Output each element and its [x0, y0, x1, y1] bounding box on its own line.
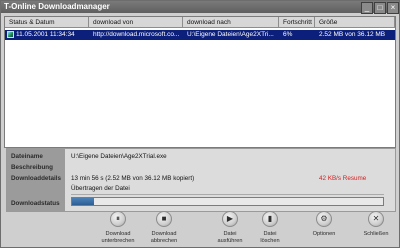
- label-download-details: Downloaddetails: [11, 175, 62, 182]
- minimize-button[interactable]: _: [361, 2, 373, 14]
- column-header-destination[interactable]: download nach: [183, 17, 279, 28]
- options-label: Optionen: [312, 231, 336, 237]
- filename-value: U:\Eigene Dateien\Age2XTrial.exe: [71, 153, 167, 160]
- download-file-icon: [7, 31, 14, 38]
- title-bar[interactable]: T-Online Downloadmanager _ □ ×: [1, 1, 399, 14]
- play-icon: ▶: [222, 211, 238, 227]
- status-text: Übertragen der Datei: [71, 185, 130, 192]
- column-header-progress[interactable]: Fortschritt: [279, 17, 315, 28]
- options-icon: ⚙: [316, 211, 332, 227]
- close-icon: ✕: [368, 211, 384, 227]
- cell-source: http://download.microsoft.co...: [93, 31, 180, 38]
- options-button[interactable]: ⚙ Optionen: [306, 209, 342, 247]
- cancel-download-button[interactable]: ■ Download abbrechen: [146, 209, 182, 247]
- pause-download-button[interactable]: ⏸ Download unterbrechen: [100, 209, 136, 247]
- column-header-source[interactable]: download von: [89, 17, 183, 28]
- close-label: Schließen: [363, 231, 389, 237]
- download-details-value: 13 min 56 s (2.52 MB von 36.12 MB kopier…: [71, 175, 195, 182]
- cell-status-date: 11.05.2001 11:34:34: [16, 31, 75, 38]
- table-row[interactable]: 11.05.2001 11:34:34 http://download.micr…: [5, 30, 395, 40]
- cell-size: 2.52 MB von 36.12 MB: [319, 31, 386, 38]
- delete-icon: ▮: [262, 211, 278, 227]
- details-panel: Dateiname Beschreibung Downloaddetails D…: [6, 148, 396, 212]
- label-download-status: Downloadstatus: [11, 200, 60, 207]
- download-progress-bar: [71, 197, 384, 206]
- label-filename: Dateiname: [11, 153, 43, 160]
- window-close-button[interactable]: ×: [387, 2, 399, 14]
- transfer-speed-resume: 42 KB/s Resume: [319, 175, 367, 182]
- cell-destination: U:\Eigene Dateien\Age2XTri...: [187, 31, 274, 38]
- stop-icon: ■: [156, 211, 172, 227]
- pause-download-label: Download unterbrechen: [101, 231, 135, 244]
- run-file-button[interactable]: ▶ Datei ausführen: [212, 209, 248, 247]
- label-description: Beschreibung: [11, 164, 53, 171]
- maximize-button[interactable]: □: [374, 2, 386, 14]
- download-list[interactable]: Status & Datum download von download nac…: [4, 16, 396, 148]
- column-header-status-date[interactable]: Status & Datum: [5, 17, 89, 28]
- close-button[interactable]: ✕ Schließen: [358, 209, 394, 247]
- download-manager-window: T-Online Downloadmanager _ □ × Status & …: [0, 0, 400, 248]
- pause-icon: ⏸: [110, 211, 126, 227]
- column-header-size[interactable]: Größe: [315, 17, 395, 28]
- cancel-download-label: Download abbrechen: [150, 231, 178, 244]
- cell-progress: 6%: [283, 31, 293, 38]
- window-title: T-Online Downloadmanager: [4, 2, 110, 11]
- delete-file-label: Datei löschen: [260, 231, 280, 244]
- delete-file-button[interactable]: ▮ Datei löschen: [252, 209, 288, 247]
- divider: [71, 194, 384, 195]
- progress-fill: [72, 198, 94, 205]
